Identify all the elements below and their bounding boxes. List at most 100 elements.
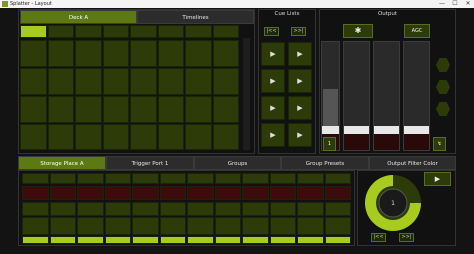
deck-cell[interactable] bbox=[75, 25, 102, 38]
storage-row-cell[interactable] bbox=[297, 202, 324, 216]
storage-row-cell[interactable] bbox=[77, 202, 104, 216]
tab-storage-place-a[interactable]: Storage Place A bbox=[18, 156, 106, 170]
storage-row-cell[interactable] bbox=[132, 202, 159, 216]
cue-play-button[interactable]: ▶ bbox=[288, 96, 312, 120]
storage-row-cell[interactable] bbox=[297, 217, 324, 235]
storage-row-cell[interactable] bbox=[104, 217, 131, 235]
storage-row-cell[interactable] bbox=[269, 202, 296, 216]
deck-cell[interactable] bbox=[185, 40, 212, 67]
storage-row-cell[interactable] bbox=[132, 173, 159, 184]
deck-cell[interactable] bbox=[47, 68, 74, 95]
storage-row-cell[interactable] bbox=[269, 217, 296, 235]
storage-row-active-cell[interactable] bbox=[214, 236, 241, 244]
storage-row-cell[interactable] bbox=[49, 173, 76, 184]
storage-row-cell[interactable] bbox=[242, 173, 269, 184]
storage-row-red-cell[interactable] bbox=[214, 186, 241, 200]
storage-row-cell[interactable] bbox=[77, 173, 104, 184]
storage-row-cell[interactable] bbox=[187, 173, 214, 184]
storage-row-cell[interactable] bbox=[214, 173, 241, 184]
fader-select-button[interactable]: 1 bbox=[323, 137, 336, 151]
storage-row-cell[interactable] bbox=[187, 202, 214, 216]
deck-cell[interactable] bbox=[20, 68, 47, 95]
storage-row-cell[interactable] bbox=[77, 217, 104, 235]
storage-row-cell[interactable] bbox=[324, 173, 351, 184]
tab-group-presets[interactable]: Group Presets bbox=[281, 156, 369, 170]
storage-row-cell[interactable] bbox=[242, 217, 269, 235]
deck-cell[interactable] bbox=[102, 68, 129, 95]
storage-row-cell[interactable] bbox=[242, 202, 269, 216]
storage-row-active-cell[interactable] bbox=[77, 236, 104, 244]
storage-row-active-cell[interactable] bbox=[297, 236, 324, 244]
maximize-button[interactable]: ☐ bbox=[449, 0, 461, 8]
storage-row-red-cell[interactable] bbox=[104, 186, 131, 200]
deck-cell[interactable] bbox=[130, 40, 157, 67]
deck-cell[interactable] bbox=[185, 68, 212, 95]
storage-row-cell[interactable] bbox=[324, 217, 351, 235]
storage-row-cell[interactable] bbox=[49, 202, 76, 216]
fader-1[interactable] bbox=[321, 41, 340, 151]
cue-play-button[interactable]: ▶ bbox=[261, 96, 285, 120]
deck-cell[interactable] bbox=[157, 96, 184, 123]
deck-scrollbar[interactable] bbox=[243, 38, 250, 150]
storage-row-red-cell[interactable] bbox=[187, 186, 214, 200]
deck-cell[interactable] bbox=[130, 124, 157, 150]
storage-row-cell[interactable] bbox=[49, 217, 76, 235]
fader-2-handle[interactable] bbox=[344, 126, 369, 134]
cue-play-button[interactable]: ▶ bbox=[288, 123, 312, 147]
deck-cell[interactable] bbox=[47, 40, 74, 67]
storage-row-cell[interactable] bbox=[214, 202, 241, 216]
fader-2[interactable] bbox=[343, 41, 370, 151]
tab-timelines[interactable]: Timelines bbox=[137, 10, 254, 24]
dial-prev-button[interactable]: |<< bbox=[371, 233, 386, 242]
deck-cell[interactable] bbox=[212, 124, 239, 150]
storage-row-cell[interactable] bbox=[104, 202, 131, 216]
fader-3[interactable] bbox=[373, 41, 400, 151]
deck-cell[interactable] bbox=[47, 96, 74, 123]
tab-output-filter-color[interactable]: Output Filter Color bbox=[369, 156, 456, 170]
storage-row-red-cell[interactable] bbox=[242, 186, 269, 200]
storage-row-active-cell[interactable] bbox=[22, 236, 49, 244]
storage-row-active-cell[interactable] bbox=[132, 236, 159, 244]
storage-row-red-cell[interactable] bbox=[324, 186, 351, 200]
deck-cell[interactable] bbox=[157, 68, 184, 95]
storage-row-cell[interactable] bbox=[214, 217, 241, 235]
dial-control[interactable]: 1 bbox=[362, 172, 424, 234]
deck-cell[interactable] bbox=[130, 96, 157, 123]
storage-row-cell[interactable] bbox=[187, 217, 214, 235]
deck-cell[interactable] bbox=[212, 96, 239, 123]
storage-row-active-cell[interactable] bbox=[187, 236, 214, 244]
deck-cell[interactable] bbox=[212, 68, 239, 95]
deck-cell[interactable] bbox=[20, 40, 47, 67]
cue-play-button[interactable]: ▶ bbox=[288, 69, 312, 93]
tab-deck-a[interactable]: Deck A bbox=[20, 10, 137, 24]
cue-play-button[interactable]: ▶ bbox=[261, 69, 285, 93]
fader-4[interactable] bbox=[403, 41, 430, 151]
fader-4-handle[interactable] bbox=[404, 126, 429, 134]
deck-cell[interactable] bbox=[75, 68, 102, 95]
fader-3-handle[interactable] bbox=[374, 126, 399, 134]
storage-row-cell[interactable] bbox=[269, 173, 296, 184]
deck-cell[interactable] bbox=[157, 124, 184, 150]
deck-cell[interactable] bbox=[47, 25, 74, 38]
deck-cell[interactable] bbox=[102, 40, 129, 67]
storage-row-red-cell[interactable] bbox=[22, 186, 49, 200]
storage-row-cell[interactable] bbox=[159, 217, 186, 235]
deck-cell-selected[interactable] bbox=[20, 25, 47, 38]
deck-cell[interactable] bbox=[20, 96, 47, 123]
tab-trigger-port-1[interactable]: Trigger Port 1 bbox=[106, 156, 194, 170]
storage-row-red-cell[interactable] bbox=[49, 186, 76, 200]
storage-row-cell[interactable] bbox=[132, 217, 159, 235]
deck-cell[interactable] bbox=[75, 124, 102, 150]
deck-cell[interactable] bbox=[185, 124, 212, 150]
deck-cell[interactable] bbox=[20, 124, 47, 150]
storage-row-active-cell[interactable] bbox=[324, 236, 351, 244]
deck-cell[interactable] bbox=[157, 40, 184, 67]
close-button[interactable]: ✕ bbox=[462, 0, 474, 8]
deck-cell[interactable] bbox=[157, 25, 184, 38]
storage-row-cell[interactable] bbox=[22, 217, 49, 235]
cue-play-button[interactable]: ▶ bbox=[261, 42, 285, 66]
storage-row-red-cell[interactable] bbox=[269, 186, 296, 200]
cue-next-button[interactable]: >>| bbox=[291, 27, 306, 36]
deck-cell[interactable] bbox=[185, 96, 212, 123]
cue-prev-button[interactable]: |<< bbox=[264, 27, 279, 36]
